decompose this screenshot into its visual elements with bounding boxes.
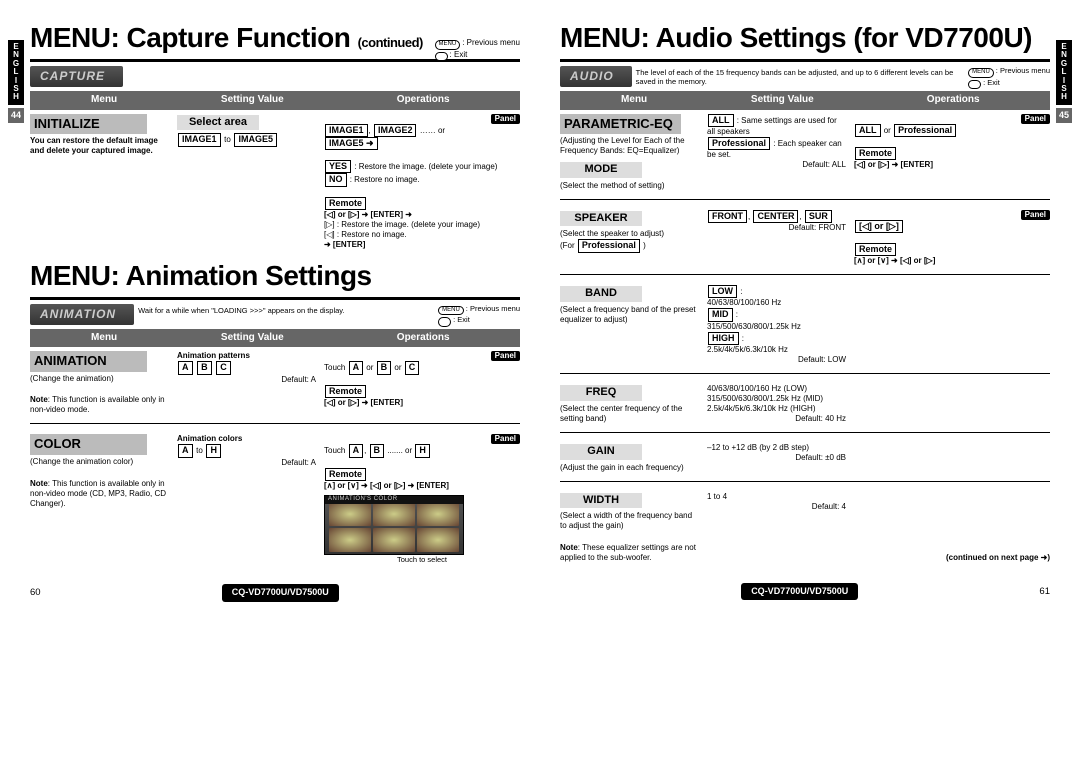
side-page-num-left: 44 xyxy=(8,108,24,123)
loading-note: Wait for a while when "LOADING >>>" appe… xyxy=(134,304,438,317)
col-headers-animation: Menu Setting Value Operations xyxy=(30,329,520,348)
menu-gain: GAIN xyxy=(560,444,642,460)
audio-intro: The level of each of the 15 frequency ba… xyxy=(632,66,968,89)
panel-badge: Panel xyxy=(491,114,520,124)
continued-next: (continued on next page ➜) xyxy=(854,553,1050,563)
page-right: ENGLISH 45 MENU: Audio Settings (for VD7… xyxy=(560,20,1050,602)
menu-mode: MODE xyxy=(560,162,642,178)
side-tab-left: ENGLISH xyxy=(8,40,24,105)
menu-color: COLOR xyxy=(30,434,147,454)
capture-section-bar: CAPTURE xyxy=(30,66,123,87)
menu-speaker: SPEAKER xyxy=(560,211,642,227)
foot-page-left: 60 xyxy=(30,587,41,599)
col-headers-capture: Menu Setting Value Operations xyxy=(30,91,520,110)
animation-section-bar: ANIMATION xyxy=(30,304,134,325)
menu-width: WIDTH xyxy=(560,493,642,509)
page-left: ENGLISH 44 MENU: Capture Function (conti… xyxy=(30,20,520,602)
menu-animation: ANIMATION xyxy=(30,351,147,371)
animation-title: MENU: Animation Settings xyxy=(30,258,520,293)
nav-hint-audio: MENU: Previous menu : Exit xyxy=(968,66,1050,89)
menu-band: BAND xyxy=(560,286,642,302)
menu-freq: FREQ xyxy=(560,385,642,401)
foot-page-right: 61 xyxy=(1039,586,1050,598)
side-page-num-right: 45 xyxy=(1056,108,1072,123)
nav-hint-animation: MENU: Previous menu : Exit xyxy=(438,304,520,327)
initialize-desc: You can restore the default image and de… xyxy=(30,136,169,156)
col-headers-audio: Menu Setting Value Operations xyxy=(560,91,1050,110)
select-area-label: Select area xyxy=(177,115,259,131)
foot-model-left: CQ-VD7700U/VD7500U xyxy=(222,584,339,601)
foot-model-right: CQ-VD7700U/VD7500U xyxy=(741,583,858,600)
audio-section-bar: AUDIO xyxy=(560,66,632,87)
nav-hint-capture: MENU: Previous menu : Exit xyxy=(435,38,520,61)
audio-title: MENU: Audio Settings (for VD7700U) xyxy=(560,20,1050,55)
menu-parametric-eq: PARAMETRIC-EQ xyxy=(560,114,681,134)
side-tab-right: ENGLISH xyxy=(1056,40,1072,105)
remote-badge: Remote xyxy=(325,197,366,210)
color-preview-screenshot: ANIMATION'S COLOR xyxy=(324,495,464,555)
menu-initialize: INITIALIZE xyxy=(30,114,147,134)
